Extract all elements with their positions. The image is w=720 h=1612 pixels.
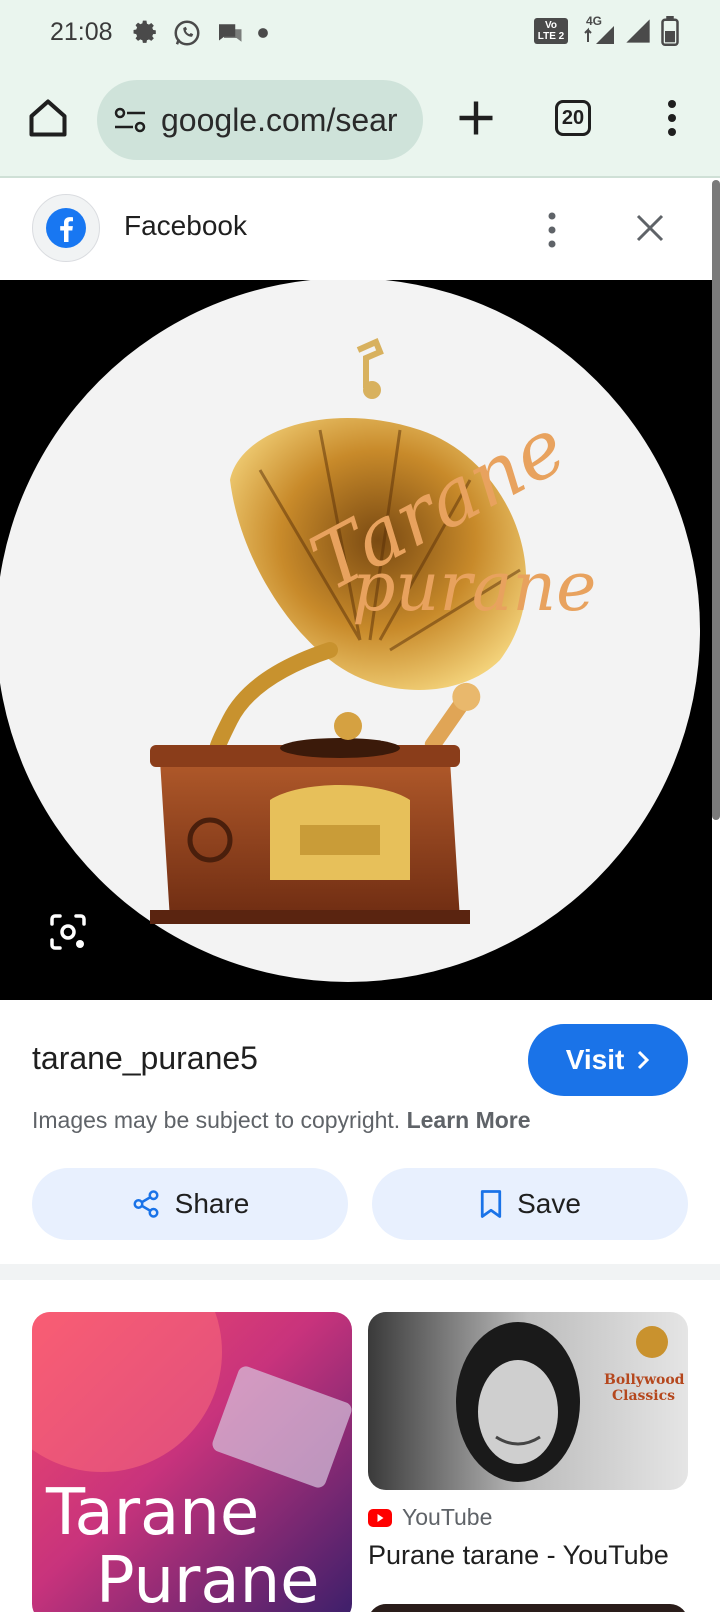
next-result-card[interactable] [368, 1604, 688, 1612]
4g-data-icon: 4G [576, 14, 616, 46]
save-label: Save [517, 1188, 581, 1219]
youtube-result-card[interactable]: Bollywood Classics [368, 1312, 688, 1490]
tarane-purane-thumbnail: Tarane Purane [32, 1312, 352, 1612]
share-button[interactable]: Share [32, 1168, 348, 1240]
scrollbar[interactable] [712, 180, 720, 820]
copyright-text: Images may be subject to copyright. [32, 1107, 401, 1133]
save-button[interactable]: Save [372, 1168, 688, 1240]
battery-icon [661, 16, 679, 46]
close-icon[interactable] [630, 208, 670, 248]
system-icons: Vo LTE 2 4G [534, 14, 680, 46]
facebook-logo-icon [32, 194, 100, 262]
brand-text-2: purane [352, 548, 596, 627]
status-time: 21:08 [50, 18, 113, 46]
more-options-icon[interactable] [660, 96, 684, 140]
url-text[interactable]: google.com/sear [161, 102, 398, 139]
chevron-right-icon [638, 1050, 650, 1070]
lte2-label: LTE 2 [537, 31, 565, 42]
signal-icon [626, 19, 650, 43]
share-icon [133, 1190, 159, 1218]
bookmark-icon [480, 1190, 502, 1218]
youtube-result-title[interactable]: Purane tarane - YouTube [368, 1540, 669, 1571]
network-label: 4G [586, 14, 603, 28]
classics-text: Classics [612, 1388, 675, 1404]
status-bar: 21:08 Vo LTE 2 4G [0, 0, 720, 66]
browser-toolbar: google.com/sear 20 [0, 66, 720, 178]
share-label: Share [174, 1188, 250, 1219]
settings-icon [133, 20, 156, 43]
visit-button[interactable]: Visit [528, 1024, 688, 1096]
youtube-icon [368, 1508, 392, 1527]
source-title[interactable]: Facebook [124, 210, 247, 242]
tab-switcher-button[interactable]: 20 [555, 100, 591, 136]
result-image[interactable]: Tarane purane [0, 280, 712, 1000]
volte-lte2-icon: Vo LTE 2 [534, 18, 568, 44]
site-settings-icon[interactable] [113, 106, 147, 134]
new-tab-icon[interactable] [454, 96, 498, 140]
youtube-source-label: YouTube [402, 1504, 493, 1530]
site-name[interactable]: tarane_purane5 [32, 1040, 258, 1077]
related-image-card[interactable]: Tarane Purane [32, 1312, 352, 1612]
volte-label: Vo [544, 20, 558, 31]
whatsapp-icon [174, 20, 200, 46]
visit-label: Visit [565, 1044, 625, 1075]
notification-icons [132, 18, 270, 48]
source-header: Facebook [0, 180, 720, 280]
bollywood-text: Bollywood [604, 1372, 685, 1388]
chat-icon [217, 24, 242, 42]
card1-title-line2: Purane [96, 1544, 320, 1612]
dot-icon [258, 28, 268, 38]
section-divider [0, 1264, 720, 1280]
copyright-notice: Images may be subject to copyright. Lear… [32, 1107, 531, 1134]
youtube-source[interactable]: YouTube [368, 1504, 492, 1531]
card1-title-line1: Tarane [45, 1476, 259, 1550]
lens-search-icon[interactable] [46, 910, 90, 954]
source-more-icon[interactable] [540, 210, 564, 250]
learn-more-link[interactable]: Learn More [407, 1107, 531, 1133]
tab-count: 20 [561, 106, 585, 129]
gramophone-logo-image: Tarane purane [0, 280, 700, 982]
bollywood-classics-thumbnail: Bollywood Classics [368, 1312, 688, 1490]
address-bar[interactable]: google.com/sear [97, 80, 423, 160]
home-icon[interactable] [26, 96, 70, 140]
